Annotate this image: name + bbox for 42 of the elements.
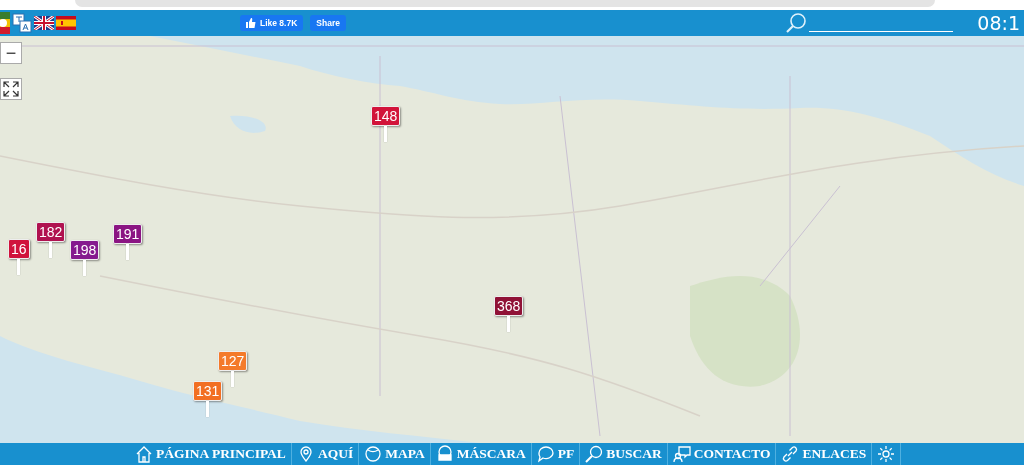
- aqi-marker[interactable]: 198: [70, 240, 100, 260]
- nav-item[interactable]: AQUÍ: [291, 443, 360, 465]
- speech-bubble-icon: [536, 445, 555, 463]
- flag-icon[interactable]: [34, 16, 54, 30]
- marker-pin: [17, 259, 21, 275]
- clock-time: 08:1: [977, 12, 1020, 34]
- aqi-marker[interactable]: 191: [113, 224, 143, 244]
- marker-pin: [83, 260, 87, 276]
- marker-pin: [206, 401, 210, 417]
- link-icon: [781, 445, 800, 463]
- nav-item[interactable]: BUSCAR: [580, 443, 668, 465]
- settings-icon: [877, 445, 896, 463]
- aqi-marker[interactable]: 182: [36, 222, 66, 242]
- flag-icon[interactable]: [0, 12, 10, 34]
- aqi-marker[interactable]: 148: [371, 106, 401, 126]
- nav-item[interactable]: ENLACES: [776, 443, 873, 465]
- marker-pin: [49, 242, 53, 258]
- marker-pin: [507, 316, 511, 332]
- nav-item[interactable]: PÁGINA PRINCIPAL: [130, 443, 292, 465]
- search-icon[interactable]: [785, 12, 808, 34]
- marker-pin: [126, 244, 130, 260]
- aqi-marker[interactable]: 16: [8, 239, 30, 259]
- home-icon: [135, 445, 153, 463]
- contact-icon: [672, 445, 691, 463]
- nav-item[interactable]: PF: [531, 443, 581, 465]
- search-icon: [585, 445, 604, 463]
- nav-item[interactable]: MAPA: [359, 443, 431, 465]
- marker-pin: [384, 126, 388, 142]
- share-button[interactable]: Share: [310, 15, 346, 31]
- thumbs-up-icon: [246, 18, 256, 28]
- zoom-out-button[interactable]: −: [0, 42, 22, 64]
- translate-icon[interactable]: [12, 13, 32, 33]
- like-button[interactable]: Like 8.7K: [240, 15, 304, 31]
- nav-item[interactable]: CONTACTO: [667, 443, 777, 465]
- fullscreen-button[interactable]: [0, 78, 22, 100]
- aqi-marker[interactable]: 368: [494, 296, 524, 316]
- nav-item[interactable]: MÁSCARA: [430, 443, 532, 465]
- aqi-marker[interactable]: 131: [193, 381, 223, 401]
- face-mask-icon: [435, 445, 454, 463]
- aqi-marker[interactable]: 127: [218, 351, 248, 371]
- marker-pin: [231, 371, 235, 387]
- globe-icon: [364, 445, 383, 463]
